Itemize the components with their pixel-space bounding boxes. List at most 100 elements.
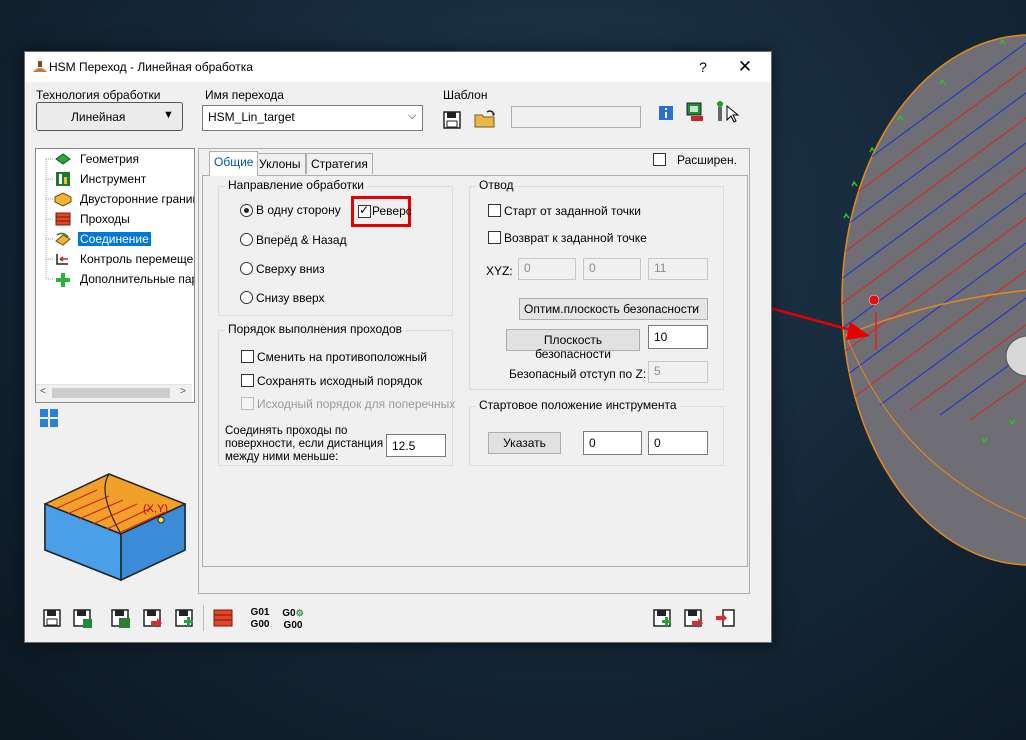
open-template-icon[interactable] [473,108,497,130]
tree-item-link[interactable]: Соединение [36,230,194,248]
safety-plane-input[interactable]: 10 [648,325,708,349]
reverse-checkbox[interactable]: ✓ [358,203,371,218]
safety-plane-button[interactable]: Плоскость безопасности [506,329,640,361]
scroll-left-icon[interactable]: < [40,386,46,397]
safety-offset-input[interactable]: 5 [648,361,708,383]
tree-item-tool[interactable]: Инструмент [36,170,194,188]
geometry-icon [55,153,71,165]
app-icon [33,61,47,72]
passes-icon [55,212,71,226]
tab-general[interactable]: Общие [209,151,259,176]
help-button[interactable]: ? [689,56,717,78]
expanded-checkbox[interactable] [653,153,666,166]
radio-top-down-label: Сверху вниз [256,262,325,276]
passes-toolbar-icon[interactable] [212,607,234,629]
tree-item-label: Проходы [80,212,130,226]
order-title: Порядок выполнения проходов [225,322,406,336]
safety-plane-value: 10 [654,330,668,344]
radio-bottom-up-label: Снизу вверх [256,291,325,305]
radio-zigzag-label: Вперёд & Назад [256,233,347,247]
tree-item-extra-params[interactable]: Дополнительные параметры [36,270,194,288]
x-coordinate-input[interactable]: 0 [518,258,576,280]
template-label: Шаблон [443,88,488,102]
tab-slopes[interactable]: Уклоны [254,153,306,174]
grid-view-icon[interactable] [39,408,59,428]
link-icon [55,232,71,246]
tree-item-label: Двусторонние границы [80,192,194,206]
safety-mode-value: Оптим.плоскость безопасности [524,302,699,316]
safety-mode-dropdown[interactable]: Оптим.плоскость безопасности ⌵ [519,298,708,320]
return-to-point-label: Возврат к заданной точке [504,231,647,245]
tab-strategy[interactable]: Стратегия [306,153,373,174]
gcode-g00-label: G00 [250,619,270,630]
parameters-tree[interactable]: Геометрия Инструмент Двусторонние границ… [35,148,195,403]
gcode-g01-label: G01 [250,607,270,618]
radio-bottom-up[interactable] [240,291,253,304]
scrollbar-thumb[interactable] [52,388,170,398]
step-name-input[interactable]: HSM_Lin_target ⌵ [202,105,423,131]
template-field[interactable] [511,106,641,128]
cross-order-label: Исходный порядок для поперечных [257,397,456,411]
scroll-right-icon[interactable]: > [180,386,186,397]
machine-sim-icon[interactable] [685,101,707,123]
connect-distance-value: 12.5 [392,439,416,453]
save-as-icon[interactable] [71,607,93,629]
chevron-down-icon: ▼ [163,109,174,121]
start-from-point-checkbox[interactable] [488,204,501,217]
extra-params-icon [56,273,70,287]
radio-one-way[interactable] [240,204,253,217]
tree-horizontal-scrollbar[interactable]: < > [36,384,192,402]
strategy-preview-image: (X,Y) [44,473,186,582]
close-button[interactable]: ✕ [731,56,759,78]
technology-value: Линейная [71,110,126,124]
save-icon[interactable] [41,607,63,629]
chevron-down-icon: ⌵ [408,110,417,122]
gcode-rapid-button[interactable]: G0⚙ G00 [281,607,305,632]
specify-button[interactable]: Указать [488,432,561,454]
tree-item-motion-control[interactable]: Контроль перемещений [36,250,194,268]
reverse-label: Реверс [372,204,412,218]
gear-icon: ⚙ [295,608,304,618]
save-and-add-icon[interactable] [651,607,673,629]
tree-item-label: Контроль перемещений [80,252,194,266]
gcode-feed-button[interactable]: G01 G00 [249,607,271,631]
technology-dropdown[interactable]: Линейная ▼ [36,102,183,131]
motion-control-icon [56,254,68,265]
hsm-step-dialog: HSM Переход - Линейная обработка ? ✕ Тех… [24,51,772,643]
reverse-order-checkbox[interactable] [241,350,254,363]
connect-label-line2: поверхности, если дистанция [225,438,384,450]
start-y-value: 0 [654,436,661,450]
save-calc-icon[interactable] [109,607,131,629]
start-position-title: Стартовое положение инструмента [476,398,680,412]
save-export-icon[interactable] [141,607,163,629]
tree-item-boundaries[interactable]: Двусторонние границы [36,190,194,208]
gcode-g0-label: G0 [282,608,296,619]
start-x-input[interactable]: 0 [583,431,642,455]
z-value: 11 [654,261,667,275]
return-to-point-checkbox[interactable] [488,231,501,244]
z-coordinate-input[interactable]: 11 [648,258,708,280]
tool-pointer-icon[interactable] [713,100,741,124]
keep-order-checkbox[interactable] [241,374,254,387]
start-x-value: 0 [589,436,596,450]
checkmark-icon: ✓ [359,203,370,217]
radio-top-down[interactable] [240,262,253,275]
x-value: 0 [524,261,531,275]
connect-distance-input[interactable]: 12.5 [386,434,446,457]
tree-item-geometry[interactable]: Геометрия [36,150,194,168]
start-y-input[interactable]: 0 [648,431,708,455]
direction-title: Направление обработки [225,178,367,192]
tree-item-passes[interactable]: Проходы [36,210,194,228]
exit-icon[interactable] [714,607,736,629]
cross-order-checkbox[interactable] [241,397,254,410]
start-from-point-label: Старт от заданной точки [504,204,641,218]
window-title: HSM Переход - Линейная обработка [49,60,253,74]
save-add-icon[interactable] [173,607,195,629]
y-coordinate-input[interactable]: 0 [583,258,641,280]
start-point-marker [868,294,880,306]
save-and-run-icon[interactable] [682,607,704,629]
radio-zigzag[interactable] [240,233,253,246]
technology-label: Технология обработки [36,88,161,102]
info-icon[interactable] [658,105,674,121]
save-template-icon[interactable] [442,110,462,130]
